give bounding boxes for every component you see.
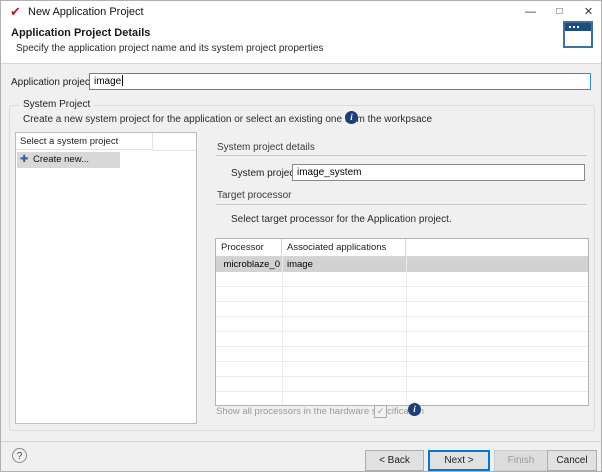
title-bar[interactable]: ✔ New Application Project — □ ✕: [1, 1, 602, 23]
info-icon[interactable]: i: [345, 111, 358, 124]
back-button[interactable]: < Back: [365, 450, 424, 471]
cell-processor: microblaze_0: [216, 257, 280, 272]
column-separator: [282, 257, 283, 405]
info-icon[interactable]: i: [408, 403, 421, 416]
help-button[interactable]: ?: [12, 448, 27, 463]
page-subtitle: Specify the application project name and…: [16, 43, 323, 54]
column-header-processor[interactable]: Processor: [216, 239, 282, 257]
processor-table-header[interactable]: Processor Associated applications: [216, 239, 588, 257]
cancel-button[interactable]: Cancel: [547, 450, 597, 471]
table-row-selected[interactable]: microblaze_0 image: [216, 257, 588, 272]
show-all-processors-label: Show all processors in the hardware spec…: [216, 406, 424, 417]
close-button[interactable]: ✕: [574, 1, 602, 23]
maximize-button[interactable]: □: [545, 1, 574, 23]
plus-icon: ✚: [20, 153, 28, 167]
list-item-create-new[interactable]: ✚ Create new...: [17, 152, 120, 168]
page-title: Application Project Details: [11, 27, 150, 39]
section-divider: [216, 204, 587, 205]
footer-divider: [1, 441, 602, 442]
application-window-icon: [563, 21, 593, 48]
new-application-project-dialog: ✔ New Application Project — □ ✕ Applicat…: [0, 0, 602, 472]
column-header-associated-applications[interactable]: Associated applications: [282, 239, 406, 257]
processor-table[interactable]: Processor Associated applications microb…: [215, 238, 589, 406]
system-project-list-header-spacer: [153, 133, 196, 151]
system-project-details-title: System project details: [217, 142, 315, 153]
cell-associated-applications: image: [287, 257, 313, 272]
system-project-list[interactable]: Select a system project ✚ Create new...: [15, 132, 197, 424]
app-project-name-value: image: [94, 76, 121, 87]
window-title: New Application Project: [28, 6, 144, 18]
system-project-name-input[interactable]: image_system: [292, 164, 585, 181]
text-caret: [122, 75, 123, 86]
finish-button[interactable]: Finish: [494, 450, 548, 471]
target-processor-title: Target processor: [217, 190, 291, 201]
target-processor-hint: Select target processor for the Applicat…: [231, 214, 452, 225]
next-button[interactable]: Next >: [428, 450, 490, 471]
section-divider: [216, 155, 587, 156]
list-item-label: Create new...: [33, 154, 89, 165]
show-all-processors-checkbox[interactable]: ✓: [374, 405, 387, 418]
system-project-name-value: image_system: [297, 167, 361, 178]
minimize-button[interactable]: —: [516, 1, 545, 23]
wizard-header: Application Project Details Specify the …: [1, 23, 602, 64]
xilinx-logo-icon: ✔: [10, 4, 21, 20]
system-project-list-header: Select a system project: [16, 133, 153, 150]
table-empty-rows: [216, 272, 588, 405]
system-project-description: Create a new system project for the appl…: [23, 114, 432, 125]
system-project-group-label: System Project: [19, 99, 94, 110]
column-separator: [406, 257, 407, 405]
app-project-name-input[interactable]: image: [89, 73, 591, 90]
